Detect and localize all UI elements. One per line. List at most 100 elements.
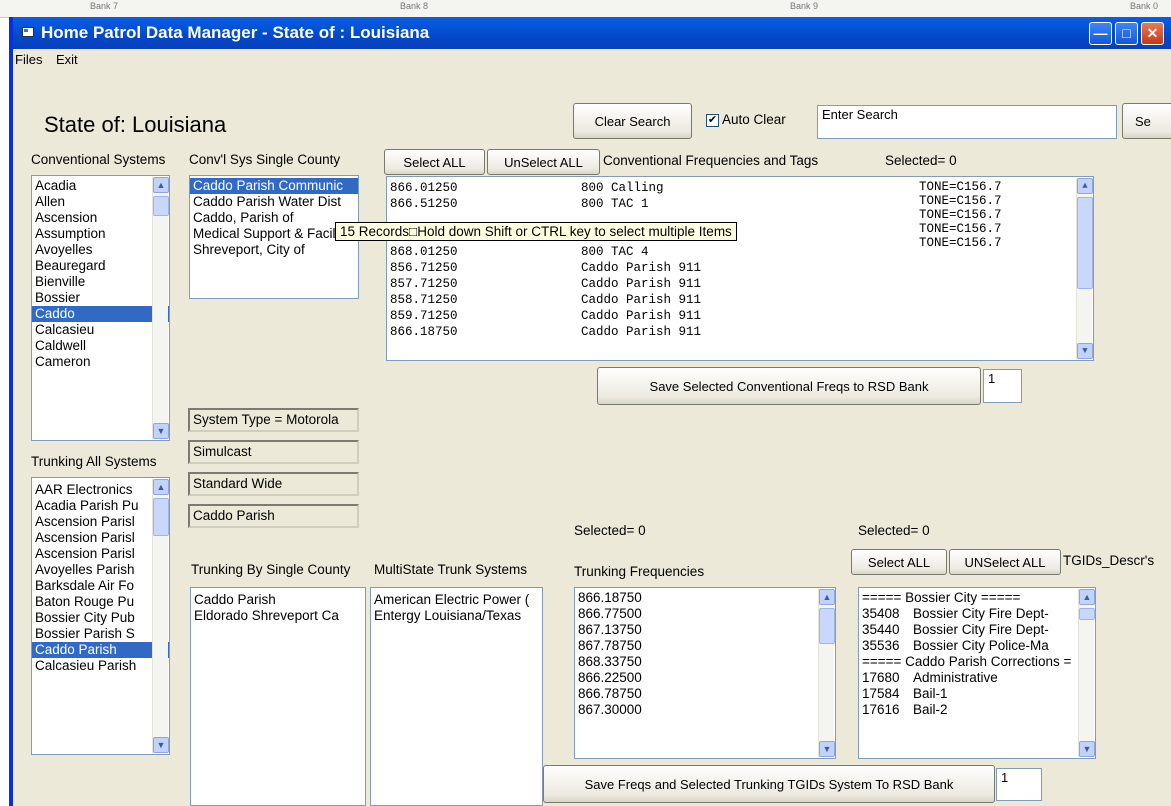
list-item[interactable]: Caddo, Parish of <box>190 210 358 226</box>
scroll-up-icon[interactable]: ▲ <box>819 589 835 605</box>
auto-clear-checkbox[interactable]: ✔ Auto Clear <box>706 112 786 127</box>
list-item[interactable]: Ascension Parisl <box>32 546 169 562</box>
list-item[interactable]: Bienville <box>32 274 169 290</box>
list-item[interactable]: Caddo Parish <box>191 592 365 608</box>
clear-search-button[interactable]: Clear Search <box>573 103 692 139</box>
conv-single-county-list[interactable]: Caddo Parish Communic Caddo Parish Water … <box>189 175 359 299</box>
list-item[interactable]: American Electric Power ( <box>371 592 542 608</box>
trunking-freqs-list[interactable]: 866.18750 866.77500 867.13750 867.78750 868.… <box>574 587 836 759</box>
list-item[interactable]: 866.22500 <box>575 670 835 686</box>
search-input[interactable]: Enter Search <box>817 105 1117 139</box>
list-item[interactable]: 867.78750 <box>575 638 835 654</box>
freq-row[interactable]: 866.18750 Caddo Parish 911 <box>390 324 1093 340</box>
list-item[interactable]: 866.18750 <box>575 590 835 606</box>
list-item[interactable]: Acadia <box>32 178 169 194</box>
scroll-thumb[interactable] <box>1077 197 1093 289</box>
trunking-bank-input[interactable]: 1 <box>996 768 1042 801</box>
list-item[interactable]: AAR Electronics <box>32 482 169 498</box>
scroll-thumb[interactable] <box>1079 608 1095 620</box>
list-item[interactable]: Baton Rouge Pu <box>32 594 169 610</box>
list-item[interactable]: Barksdale Air Fo <box>32 578 169 594</box>
list-item[interactable]: Bossier City Pub <box>32 610 169 626</box>
list-item[interactable]: Entergy Louisiana/Texas <box>371 608 542 624</box>
menu-files[interactable]: Files <box>15 52 42 67</box>
list-item[interactable]: Eldorado Shreveport Ca <box>191 608 365 624</box>
title-bar[interactable]: Home Patrol Data Manager - State of : Lo… <box>13 17 1171 49</box>
conventional-systems-list[interactable]: Acadia Allen Ascension Assumption Avoyelles B… <box>31 175 170 441</box>
scroll-down-icon[interactable]: ▼ <box>1079 741 1095 757</box>
unselect-all-tgids-button[interactable]: UNSelect ALL <box>949 549 1061 575</box>
minimize-button[interactable]: — <box>1089 22 1112 45</box>
scroll-down-icon[interactable]: ▼ <box>1077 343 1093 359</box>
select-all-conventional-button[interactable]: Select ALL <box>384 149 485 175</box>
scrollbar[interactable]: ▲ ▼ <box>152 177 169 439</box>
tgid-row[interactable]: 35536 Bossier City Police-Ma <box>859 638 1095 654</box>
list-item[interactable]: 866.78750 <box>575 686 835 702</box>
list-item[interactable]: Cameron <box>32 354 169 370</box>
conventional-bank-input[interactable]: 1 <box>983 369 1022 403</box>
list-item[interactable]: 868.33750 <box>575 654 835 670</box>
scrollbar[interactable]: ▲ ▼ <box>152 479 169 753</box>
list-item[interactable]: Avoyelles <box>32 242 169 258</box>
list-item[interactable]: Shreveport, City of <box>190 242 358 258</box>
unselect-all-conventional-button[interactable]: UnSelect ALL <box>487 149 600 175</box>
menu-exit[interactable]: Exit <box>56 52 78 67</box>
list-item[interactable]: Caddo Parish <box>32 642 169 658</box>
scroll-up-icon[interactable]: ▲ <box>1079 589 1095 605</box>
list-item[interactable]: Caddo Parish Water Dist <box>190 194 358 210</box>
list-item[interactable]: Acadia Parish Pu <box>32 498 169 514</box>
list-item[interactable]: Calcasieu Parish <box>32 658 169 674</box>
maximize-button[interactable]: □ <box>1115 22 1138 45</box>
freq-row[interactable]: 858.71250 Caddo Parish 911 <box>390 292 1093 308</box>
scroll-down-icon[interactable]: ▼ <box>819 741 835 757</box>
conventional-freqs-list[interactable]: 866.01250 800 Calling 866.51250 800 TAC 1 86… <box>386 176 1094 361</box>
list-item[interactable]: Caldwell <box>32 338 169 354</box>
save-trunking-button[interactable]: Save Freqs and Selected Trunking TGIDs S… <box>543 765 995 803</box>
freq-row[interactable]: 859.71250 Caddo Parish 911 <box>390 308 1093 324</box>
list-item[interactable]: 867.13750 <box>575 622 835 638</box>
list-item[interactable]: Avoyelles Parish <box>32 562 169 578</box>
list-item[interactable]: Medical Support & Facili <box>190 226 358 242</box>
list-item[interactable]: Beauregard <box>32 258 169 274</box>
scroll-thumb[interactable] <box>153 498 169 536</box>
scroll-up-icon[interactable]: ▲ <box>153 177 169 193</box>
trunking-all-list[interactable]: AAR Electronics Acadia Parish Pu Ascension… <box>31 477 170 755</box>
trunking-single-county-list[interactable]: Caddo Parish Eldorado Shreveport Ca <box>190 587 366 806</box>
scrollbar[interactable]: ▲ ▼ <box>818 589 835 757</box>
list-item[interactable]: 867.30000 <box>575 702 835 718</box>
multistate-list[interactable]: American Electric Power (Entergy Louisia… <box>370 587 543 806</box>
save-conventional-button[interactable]: Save Selected Conventional Freqs to RSD … <box>597 367 981 405</box>
list-item[interactable]: Ascension Parisl <box>32 530 169 546</box>
tgid-row[interactable]: 35440 Bossier City Fire Dept- <box>859 622 1095 638</box>
tgid-row[interactable]: 35408 Bossier City Fire Dept- <box>859 606 1095 622</box>
list-item[interactable]: Bossier <box>32 290 169 306</box>
scroll-down-icon[interactable]: ▼ <box>153 737 169 753</box>
tgids-list[interactable]: ===== Bossier City ===== 35408 Bossier Cit… <box>858 587 1096 759</box>
scroll-thumb[interactable] <box>819 608 835 644</box>
list-item[interactable]: Bossier Parish S <box>32 626 169 642</box>
tgid-row[interactable]: ===== Caddo Parish Corrections = <box>859 654 1095 670</box>
list-item[interactable]: Ascension Parisl <box>32 514 169 530</box>
scrollbar[interactable]: ▲ ▼ <box>1076 178 1093 359</box>
search-button[interactable]: Se <box>1122 103 1171 139</box>
scrollbar[interactable]: ▲ ▼ <box>1078 589 1095 757</box>
list-item[interactable]: Assumption <box>32 226 169 242</box>
list-item[interactable]: 866.77500 <box>575 606 835 622</box>
scroll-up-icon[interactable]: ▲ <box>153 479 169 495</box>
tgid-row[interactable]: 17680 Administrative <box>859 670 1095 686</box>
freq-row[interactable]: 857.71250 Caddo Parish 911 <box>390 276 1093 292</box>
list-item[interactable]: Caddo Parish Communic <box>190 178 358 194</box>
list-item[interactable]: Caddo <box>32 306 169 322</box>
scroll-up-icon[interactable]: ▲ <box>1077 178 1093 194</box>
select-all-tgids-button[interactable]: Select ALL <box>851 549 947 575</box>
list-item[interactable]: Calcasieu <box>32 322 169 338</box>
tgid-row[interactable]: ===== Bossier City ===== <box>859 590 1095 606</box>
list-item[interactable]: Ascension <box>32 210 169 226</box>
scroll-down-icon[interactable]: ▼ <box>153 423 169 439</box>
close-button[interactable]: ✕ <box>1141 22 1164 45</box>
tgid-row[interactable]: 17584 Bail-1 <box>859 686 1095 702</box>
tgid-row[interactable]: 17616 Bail-2 <box>859 702 1095 718</box>
scroll-thumb[interactable] <box>153 196 169 216</box>
freq-row[interactable]: 856.71250 Caddo Parish 911 <box>390 260 1093 276</box>
list-item[interactable]: Allen <box>32 194 169 210</box>
